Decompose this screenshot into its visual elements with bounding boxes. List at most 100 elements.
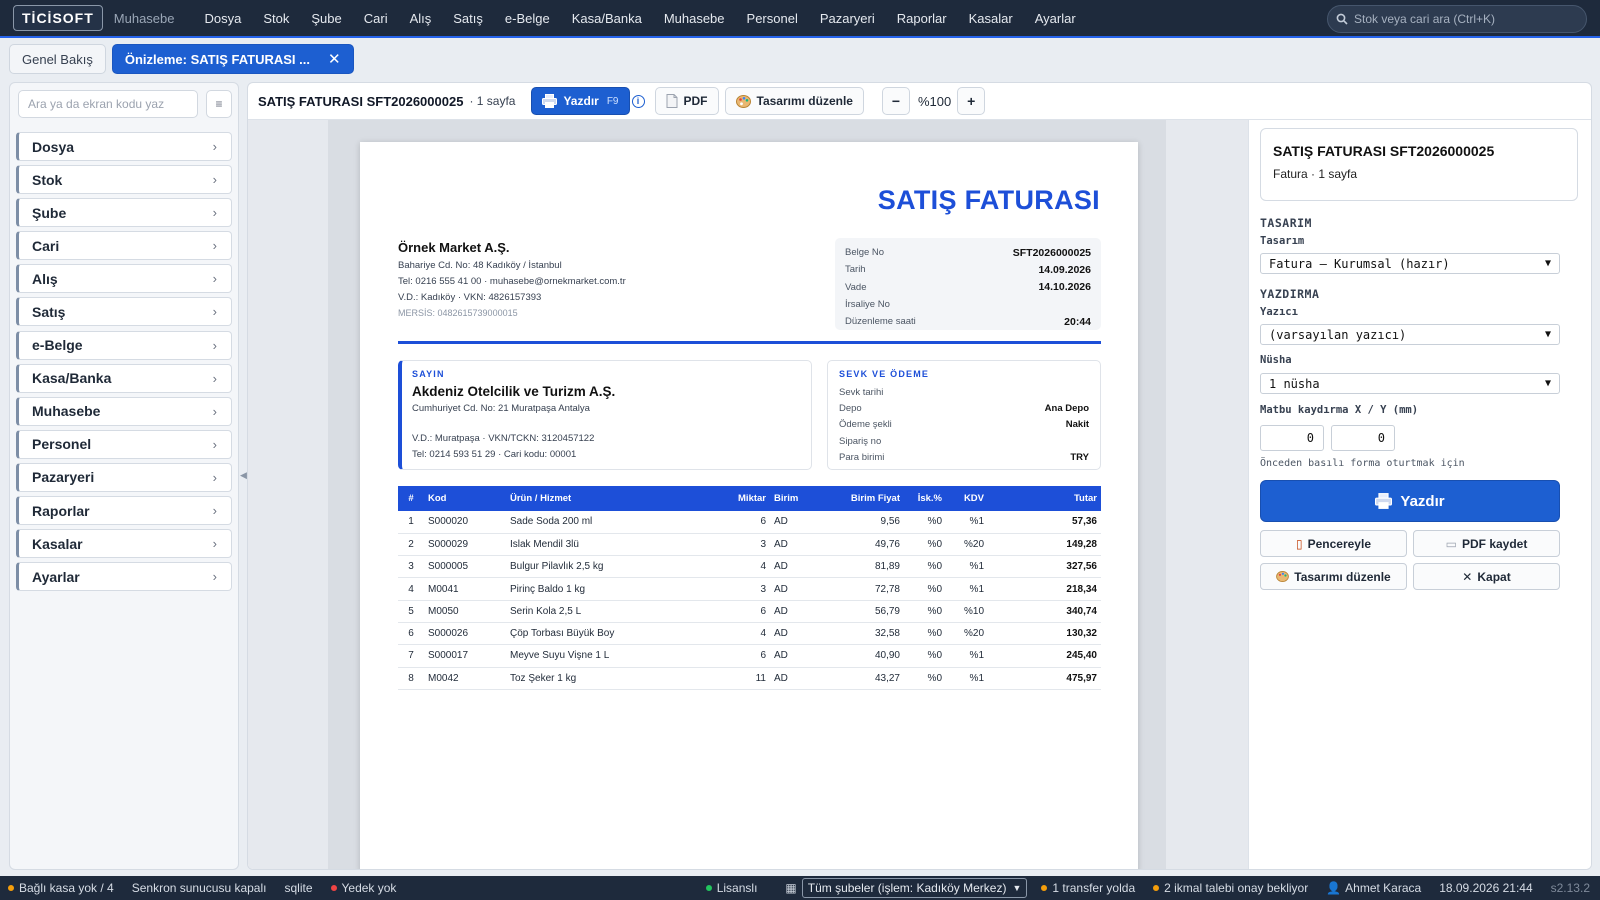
module-name: Muhasebe — [113, 10, 175, 26]
shipping-row: Ödeme şekli Nakit — [839, 417, 1089, 433]
chevron-down-icon: ▼ — [1544, 258, 1551, 269]
status-backup-text: Yedek yok — [341, 881, 397, 895]
table-row[interactable]: 8 M0042 Toz Şeker 1 kg 11 AD 43,27 %0 %1 475,97 — [398, 667, 1101, 690]
cell-vat: %1 — [946, 511, 988, 534]
menu-ayarlar[interactable]: Ayarlar — [1024, 11, 1087, 26]
edit-design-button[interactable]: Tasarımı düzenle — [724, 87, 864, 115]
menu-sube[interactable]: Şube — [300, 11, 352, 26]
menu-stok[interactable]: Stok — [252, 11, 300, 26]
menu-kasa-banka[interactable]: Kasa/Banka — [561, 11, 653, 26]
table-row[interactable]: 3 S000005 Bulgur Pilavlık 2,5 kg 4 AD 81,89 %0… — [398, 555, 1101, 579]
global-search-input[interactable] — [1354, 12, 1574, 26]
cell-total: 149,28 — [988, 533, 1101, 557]
design-select[interactable]: Fatura — Kurumsal (hazır) ▼ — [1260, 253, 1560, 274]
window-icon: ▯ — [1296, 536, 1303, 551]
menu-dosya[interactable]: Dosya — [194, 11, 253, 26]
close-button[interactable]: ✕ Kapat — [1413, 563, 1560, 590]
status-license-text: Lisanslı — [716, 881, 758, 895]
sidebar-item-alis[interactable]: Alış › — [16, 264, 232, 294]
cell-product: Pirinç Baldo 1 kg — [506, 577, 724, 601]
sidebar-item-raporlar[interactable]: Raporlar › — [16, 496, 232, 526]
preview-toolbar: SATIŞ FATURASI SFT2026000025 · 1 sayfa Y… — [248, 83, 1591, 120]
sidebar-item-ebelge[interactable]: e-Belge › — [16, 330, 232, 360]
shipping-row: Depo Ana Depo — [839, 400, 1089, 416]
cell-unit: AD — [770, 644, 828, 668]
panel-edit-design-button[interactable]: Tasarımı düzenle — [1260, 563, 1407, 590]
cell-unit-price: 49,76 — [828, 533, 904, 557]
tab-invoice-preview[interactable]: Önizleme: SATIŞ FATURASI ... ✕ — [111, 44, 354, 74]
table-row[interactable]: 2 S000029 Islak Mendil 3lü 3 AD 49,76 %0 %20 149… — [398, 533, 1101, 557]
save-pdf-button[interactable]: ▭ PDF kaydet — [1413, 530, 1560, 557]
info-icon[interactable]: i — [631, 94, 645, 108]
menu-ebelge[interactable]: e-Belge — [494, 11, 561, 26]
offset-x-input[interactable] — [1260, 425, 1324, 451]
menu-alis[interactable]: Alış — [399, 11, 443, 26]
printer-select-value: (varsayılan yazıcı) — [1269, 327, 1407, 342]
close-icon[interactable]: ✕ — [328, 50, 341, 68]
menu-personel[interactable]: Personel — [736, 11, 809, 26]
branch-select[interactable]: Tüm şubeler (işlem: Kadıköy Merkez) ▼ — [801, 878, 1028, 898]
window-button[interactable]: ▯ Pencereyle — [1260, 530, 1407, 557]
table-body: 1 S000020 Sade Soda 200 ml 6 AD 9,56 %0 %1 57,36… — [398, 511, 1101, 690]
table-row[interactable]: 1 S000020 Sade Soda 200 ml 6 AD 9,56 %0 %1 57,36 — [398, 511, 1101, 534]
offset-y-input[interactable] — [1331, 425, 1395, 451]
customer-name: Akdeniz Otelcilik ve Turizm A.Ş. — [412, 384, 616, 399]
sidebar-item-dosya[interactable]: Dosya › — [16, 132, 232, 161]
menu-pazaryeri[interactable]: Pazaryeri — [809, 11, 886, 26]
doc-key: İrsaliye No — [845, 299, 890, 311]
invoice-page: SATIŞ FATURASI Örnek Market A.Ş. Bahariy… — [360, 142, 1138, 869]
status-dot — [1041, 885, 1048, 891]
cell-quantity: 6 — [724, 511, 770, 534]
sidebar-item-sube[interactable]: Şube › — [16, 198, 232, 228]
sidebar-item-label: Kasalar — [32, 535, 83, 552]
cell-no: 4 — [398, 577, 424, 601]
sidebar-item-ayarlar[interactable]: Ayarlar › — [16, 562, 232, 592]
cell-product: Islak Mendil 3lü — [506, 533, 724, 557]
sidebar-item-kasa-banka[interactable]: Kasa/Banka › — [16, 363, 232, 393]
tab-overview[interactable]: Genel Bakış — [9, 44, 106, 74]
col-product: Ürün / Hizmet — [506, 486, 724, 511]
sidebar-item-satis[interactable]: Satış › — [16, 297, 232, 327]
chevron-right-icon: › — [212, 469, 217, 485]
chevron-right-icon: › — [212, 172, 217, 188]
sidebar-item-stok[interactable]: Stok › — [16, 165, 232, 195]
status-user[interactable]: 👤 Ahmet Karaca — [1326, 881, 1421, 895]
copies-select[interactable]: 1 nüsha ▼ — [1260, 373, 1560, 394]
sidebar-collapse-handle[interactable]: ◀ — [240, 470, 247, 481]
menu-raporlar[interactable]: Raporlar — [886, 11, 958, 26]
app-logo[interactable]: TİCİSOFT — [13, 5, 103, 31]
status-supply[interactable]: 2 ikmal talebi onay bekliyor — [1153, 881, 1308, 895]
status-datetime: 18.09.2026 21:44 — [1439, 881, 1533, 895]
list-menu-icon[interactable]: ≡ — [206, 90, 232, 118]
cell-code: S000026 — [424, 622, 506, 646]
seller-tax: V.D.: Kadıköy · VKN: 4826157393 — [398, 292, 542, 303]
sidebar-item-pazaryeri[interactable]: Pazaryeri › — [16, 462, 232, 492]
pdf-button[interactable]: PDF — [654, 87, 719, 115]
table-row[interactable]: 7 S000017 Meyve Suyu Vişne 1 L 6 AD 40,90 %0 %1… — [398, 644, 1101, 668]
sidebar-item-muhasebe[interactable]: Muhasebe › — [16, 396, 232, 426]
table-row[interactable]: 6 S000026 Çöp Torbası Büyük Boy 4 AD 32,58 %0%… — [398, 622, 1101, 646]
cell-unit-price: 9,56 — [828, 511, 904, 534]
sidebar-search-input[interactable] — [18, 90, 198, 118]
status-transfer[interactable]: 1 transfer yolda — [1041, 881, 1135, 895]
zoom-out-button[interactable]: − — [881, 87, 910, 115]
printer-select[interactable]: (varsayılan yazıcı) ▼ — [1260, 324, 1560, 345]
sidebar-item-kasalar[interactable]: Kasalar › — [16, 529, 232, 559]
sidebar-item-personel[interactable]: Personel › — [16, 429, 232, 459]
sidebar-item-cari[interactable]: Cari › — [16, 231, 232, 261]
sidebar-item-label: Cari — [32, 237, 60, 254]
zoom-in-button[interactable]: + — [957, 87, 986, 115]
cell-discount: %0 — [904, 622, 946, 646]
cell-total: 57,36 — [988, 511, 1101, 534]
menu-satis[interactable]: Satış — [442, 11, 494, 26]
cell-product: Meyve Suyu Vişne 1 L — [506, 644, 724, 668]
menu-muhasebe[interactable]: Muhasebe — [653, 11, 736, 26]
table-row[interactable]: 4 M0041 Pirinç Baldo 1 kg 3 AD 72,78 %0 %1 218,3… — [398, 577, 1101, 601]
table-row[interactable]: 5 M0050 Serin Kola 2,5 L 6 AD 56,79 %0 %10 340,7… — [398, 600, 1101, 623]
chevron-right-icon: › — [212, 139, 217, 154]
menu-cari[interactable]: Cari — [353, 11, 399, 26]
panel-print-button[interactable]: Yazdır — [1260, 480, 1560, 522]
summary-subtitle: Fatura · 1 sayfa — [1273, 167, 1358, 181]
menu-kasalar[interactable]: Kasalar — [958, 11, 1024, 26]
print-button[interactable]: Yazdır F9 — [531, 87, 630, 115]
